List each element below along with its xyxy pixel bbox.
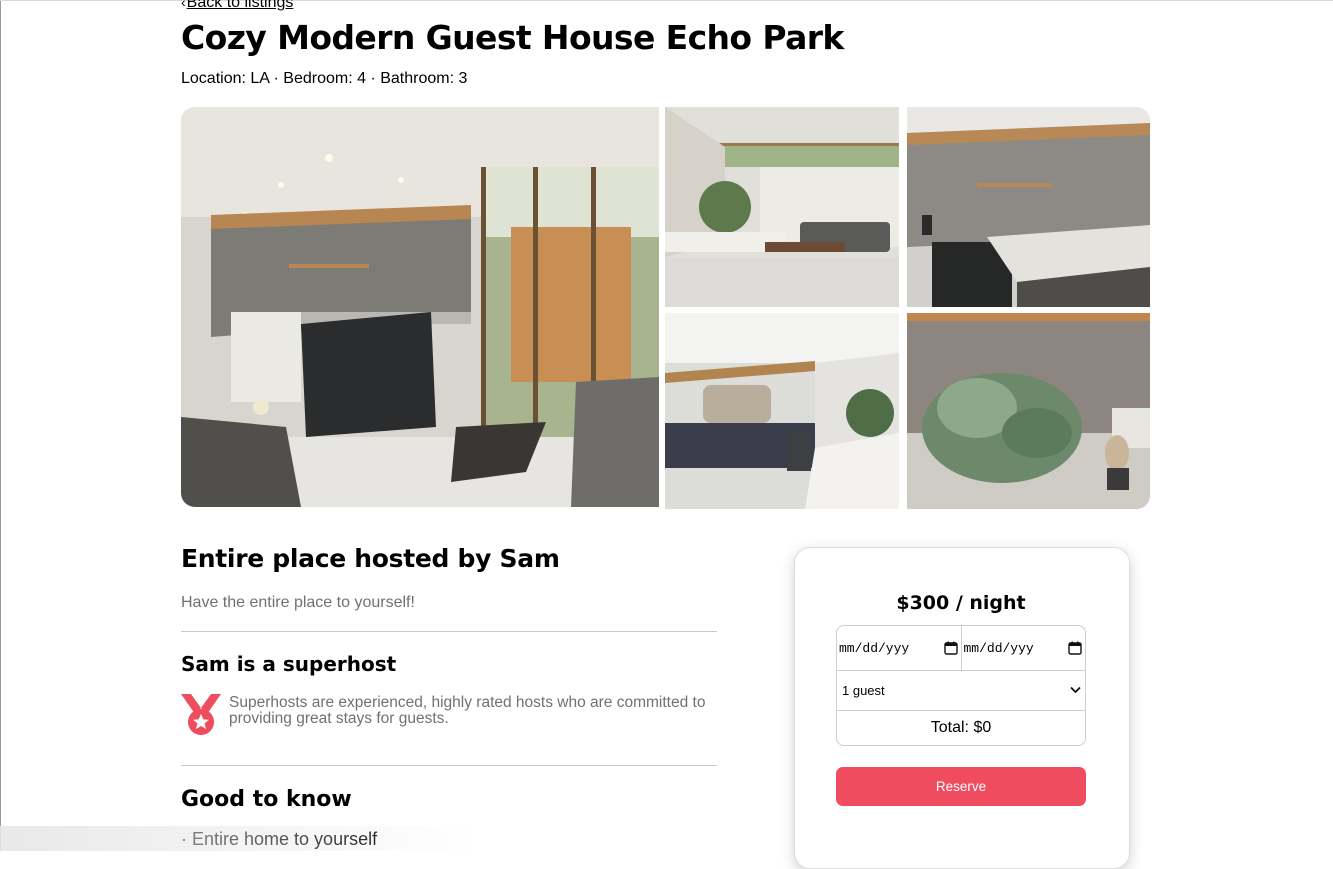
checkin-placeholder: mm/dd/yyy — [839, 640, 910, 656]
listing-title: Cozy Modern Guest House Echo Park — [181, 18, 844, 57]
superhost-description: Superhosts are experienced, highly rated… — [229, 694, 706, 727]
section-divider — [181, 631, 717, 632]
calendar-icon[interactable] — [943, 641, 958, 655]
back-link-label: Back to listings — [186, 0, 294, 11]
window-left-edge — [0, 0, 1, 851]
reserve-button[interactable]: Reserve — [836, 767, 1086, 806]
guests-selected-value: 1 guest — [842, 682, 885, 698]
guests-select[interactable]: 1 guest — [836, 670, 1086, 711]
photo-plant-closeup[interactable] — [907, 313, 1150, 509]
photo-kitchen[interactable] — [907, 107, 1150, 307]
photo-bedroom[interactable] — [665, 313, 899, 509]
total-price: Total: $0 — [836, 710, 1086, 746]
back-to-listings-link[interactable]: ‹Back to listings — [181, 0, 293, 12]
photo-main-living-kitchen[interactable] — [181, 107, 659, 507]
superhost-heading: Sam is a superhost — [181, 652, 397, 676]
checkout-date-input[interactable]: mm/dd/yyy — [960, 626, 1086, 670]
chevron-left-icon: ‹ — [181, 0, 186, 10]
host-heading: Entire place hosted by Sam — [181, 544, 560, 573]
host-subtitle: Have the entire place to yourself! — [181, 594, 415, 611]
nightly-price: $300 / night — [896, 592, 1026, 614]
listing-meta: Location: LA · Bedroom: 4 · Bathroom: 3 — [181, 70, 468, 87]
good-to-know-item: · Entire home to yourself — [181, 829, 378, 849]
medal-icon — [181, 694, 221, 735]
calendar-icon[interactable] — [1068, 641, 1082, 655]
chevron-down-icon — [1070, 686, 1081, 694]
date-range: mm/dd/yyy mm/dd/yyy — [836, 625, 1086, 671]
photo-living-room[interactable] — [665, 107, 899, 307]
checkout-placeholder: mm/dd/yyy — [963, 640, 1034, 656]
section-divider — [181, 765, 717, 766]
checkin-date-input[interactable]: mm/dd/yyy — [837, 626, 961, 670]
good-to-know-heading: Good to know — [181, 787, 352, 812]
